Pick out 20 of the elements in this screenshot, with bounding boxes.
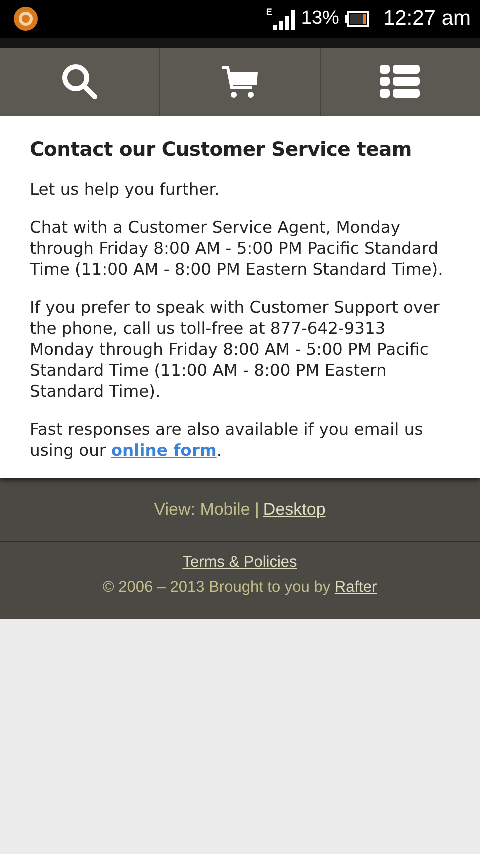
- battery-icon: [345, 11, 370, 27]
- cart-icon: [220, 65, 259, 99]
- app-notification-icon: [14, 7, 38, 31]
- paragraph: Let us help you further.: [30, 179, 221, 200]
- signal-icon: [273, 10, 296, 30]
- view-label: View: Mobile |: [154, 500, 260, 520]
- paragraph: Chat with a Customer Service Agent, Monday through Friday 8:00 AM - 5:00 PM Pacific Standard Time (11:00 AM - 8:00 PM Eastern Standard Time).: [30, 217, 444, 280]
- clock-time: 12:27 am: [383, 7, 471, 31]
- list-icon: [380, 65, 420, 99]
- online-form-link[interactable]: online form: [111, 441, 217, 460]
- desktop-link[interactable]: Desktop: [263, 500, 326, 520]
- terms-link[interactable]: Terms & Policies: [182, 554, 298, 572]
- paragraph: Fast responses are also available if you email us using our online form.: [30, 419, 424, 461]
- rafter-link[interactable]: Rafter: [334, 579, 378, 596]
- battery-percent: 13%: [301, 8, 340, 30]
- search-icon: [60, 63, 99, 101]
- copyright-text: © 2006 – 2013 Brought to you by Rafter: [102, 579, 378, 597]
- page-heading: Contact our Customer Service team: [30, 138, 413, 161]
- network-type: E: [266, 8, 272, 17]
- paragraph: If you prefer to speak with Customer Support over the phone, call us toll-free at 877-642-9313 Monday through Friday 8:00 AM - 5:00 PM Pacific Standard Time (11:00 AM - 8:00 PM Eastern Standard Time).: [30, 297, 441, 402]
